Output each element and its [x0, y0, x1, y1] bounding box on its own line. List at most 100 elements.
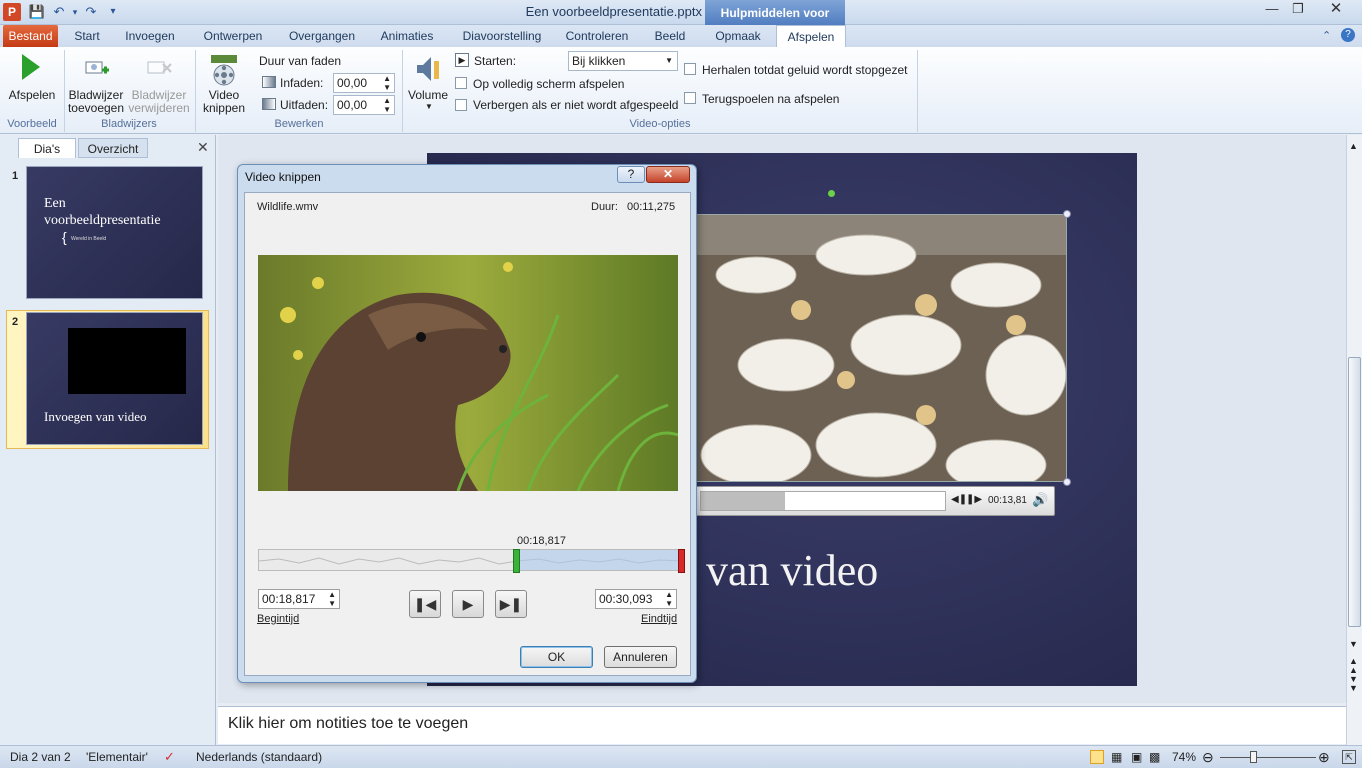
- slide-sorter-icon[interactable]: ▦: [1111, 746, 1122, 768]
- trim-timeline[interactable]: [258, 549, 685, 573]
- tab-slideshow[interactable]: Diavoorstelling: [452, 25, 552, 47]
- restore-icon[interactable]: ❐: [1284, 0, 1312, 18]
- tab-playback[interactable]: Afspelen: [776, 25, 846, 48]
- notes-area[interactable]: Klik hier om notities toe te voegen: [218, 706, 1346, 744]
- tab-transitions[interactable]: Overgangen: [282, 25, 362, 47]
- minimize-icon[interactable]: —: [1258, 0, 1286, 18]
- slide-thumbnail-1[interactable]: Een voorbeeldpresentatie { Wereld in Beel…: [26, 166, 203, 299]
- collapse-ribbon-icon[interactable]: ⌃: [1322, 29, 1331, 42]
- next-frame-button[interactable]: ▶❚: [495, 590, 527, 618]
- ok-button[interactable]: OK: [520, 646, 593, 668]
- add-bookmark-icon[interactable]: [84, 58, 110, 78]
- tab-review[interactable]: Controleren: [560, 25, 634, 47]
- zoom-slider-thumb[interactable]: [1250, 751, 1257, 763]
- tab-start[interactable]: Start: [66, 25, 108, 47]
- speaker-icon[interactable]: 🔊: [1032, 492, 1048, 508]
- rewind-label: Terugspoelen na afspelen: [702, 92, 840, 106]
- spinner-arrows-icon[interactable]: ▲ ▼: [328, 590, 336, 608]
- rewind-checkbox[interactable]: [684, 92, 696, 104]
- video-preview: [258, 255, 678, 491]
- trim-video-icon[interactable]: [208, 53, 240, 87]
- slideshow-view-icon[interactable]: ▩: [1149, 746, 1160, 768]
- tab-slides[interactable]: Dia's: [18, 138, 76, 158]
- fit-to-window-icon[interactable]: ⇱: [1342, 750, 1356, 764]
- fade-in-icon: [262, 76, 276, 88]
- slide-number: 2: [12, 316, 19, 328]
- volume-icon[interactable]: [413, 53, 443, 85]
- volume-button[interactable]: Volume: [406, 89, 450, 102]
- zoom-slider-track[interactable]: [1220, 757, 1316, 758]
- video-frame[interactable]: [695, 214, 1067, 482]
- redo-icon[interactable]: ↷: [82, 3, 100, 21]
- brace-icon: {: [62, 229, 67, 245]
- spinner-arrows-icon[interactable]: ▲ ▼: [383, 74, 391, 92]
- previous-frame-button[interactable]: ❚◀: [409, 590, 441, 618]
- close-pane-icon[interactable]: ✕: [197, 139, 209, 156]
- tab-format[interactable]: Opmaak: [708, 25, 768, 47]
- customize-qat-icon[interactable]: ▾: [104, 3, 122, 21]
- spellcheck-icon[interactable]: ✓: [164, 746, 175, 768]
- group-bookmarks-label: Bladwijzers: [101, 118, 157, 130]
- next-slide-icon[interactable]: ▼ ▼: [1349, 675, 1358, 693]
- play-button[interactable]: Afspelen: [4, 89, 60, 102]
- video-progress-track[interactable]: [700, 491, 946, 511]
- zoom-in-icon[interactable]: ⊕: [1318, 746, 1330, 768]
- normal-view-icon[interactable]: [1090, 750, 1104, 764]
- scroll-up-icon[interactable]: ▲: [1349, 141, 1358, 151]
- tab-design[interactable]: Ontwerpen: [194, 25, 272, 47]
- start-trim-handle[interactable]: [513, 549, 520, 573]
- close-icon[interactable]: ✕: [1322, 0, 1350, 18]
- dialog-help-button[interactable]: ?: [617, 166, 645, 183]
- start-dropdown[interactable]: Bij klikken ▼: [568, 51, 678, 71]
- status-language[interactable]: Nederlands (standaard): [196, 746, 322, 768]
- help-icon[interactable]: ?: [1341, 28, 1355, 42]
- trim-video-button[interactable]: Video knippen: [198, 89, 250, 115]
- slide-thumbnail-2[interactable]: Invoegen van video: [26, 312, 203, 445]
- play-preview-button[interactable]: ▶: [452, 590, 484, 618]
- fade-out-spinner[interactable]: 00,00 ▲ ▼: [333, 95, 395, 115]
- video-player-bar: ◀❚ ❚▶ 00:13,81 🔊: [695, 486, 1055, 516]
- end-time-spinner[interactable]: 00:30,093 ▲ ▼: [595, 589, 677, 609]
- status-theme[interactable]: 'Elementair': [86, 746, 148, 768]
- start-dropdown-value: Bij klikken: [572, 54, 626, 68]
- save-icon[interactable]: 💾: [28, 3, 46, 21]
- tab-view[interactable]: Beeld: [646, 25, 694, 47]
- scroll-down-icon[interactable]: ▼: [1349, 639, 1358, 649]
- fade-in-value: 00,00: [337, 76, 368, 90]
- group-separator: [917, 50, 918, 132]
- spinner-arrows-icon[interactable]: ▲ ▼: [665, 590, 673, 608]
- dialog-close-icon[interactable]: ✕: [646, 166, 690, 183]
- cancel-button[interactable]: Annuleren: [604, 646, 677, 668]
- slide-title-text[interactable]: van video: [706, 545, 878, 596]
- resize-handle[interactable]: [1063, 210, 1071, 218]
- tab-animations[interactable]: Animaties: [372, 25, 442, 47]
- remove-bookmark-label-2: verwijderen: [128, 101, 190, 115]
- powerpoint-logo-icon[interactable]: P: [3, 3, 21, 21]
- zoom-level[interactable]: 74%: [1172, 746, 1196, 768]
- fade-in-spinner[interactable]: 00,00 ▲ ▼: [333, 73, 395, 93]
- previous-slide-icon[interactable]: ▲ ▲: [1349, 657, 1358, 675]
- step-forward-icon[interactable]: ❚▶: [966, 494, 982, 505]
- tab-insert[interactable]: Invoegen: [118, 25, 182, 47]
- volume-dropdown-icon[interactable]: ▼: [425, 102, 433, 111]
- resize-handle[interactable]: [1063, 478, 1071, 486]
- spinner-arrows-icon[interactable]: ▲ ▼: [383, 96, 391, 114]
- reading-view-icon[interactable]: ▣: [1131, 746, 1142, 768]
- add-bookmark-button[interactable]: Bladwijzer toevoegen: [66, 89, 126, 115]
- scroll-thumb[interactable]: [1348, 357, 1361, 627]
- fullscreen-checkbox[interactable]: [455, 77, 467, 89]
- step-back-icon[interactable]: ◀❚: [951, 494, 967, 505]
- end-trim-handle[interactable]: [678, 549, 685, 573]
- tab-file[interactable]: Bestand: [3, 25, 58, 47]
- chevron-down-icon[interactable]: ▼: [665, 52, 673, 70]
- play-icon[interactable]: [22, 54, 40, 80]
- loop-checkbox[interactable]: [684, 63, 696, 75]
- remove-bookmark-button: Bladwijzer verwijderen: [126, 89, 192, 115]
- zoom-out-icon[interactable]: ⊖: [1202, 746, 1214, 768]
- status-slide-counter: Dia 2 van 2: [10, 750, 71, 764]
- tab-outline[interactable]: Overzicht: [78, 138, 148, 158]
- start-time-spinner[interactable]: 00:18,817 ▲ ▼: [258, 589, 340, 609]
- rotate-handle[interactable]: [828, 190, 835, 197]
- hide-checkbox[interactable]: [455, 99, 467, 111]
- vertical-scrollbar[interactable]: ▲ ▼ ▲ ▲ ▼ ▼: [1346, 135, 1362, 745]
